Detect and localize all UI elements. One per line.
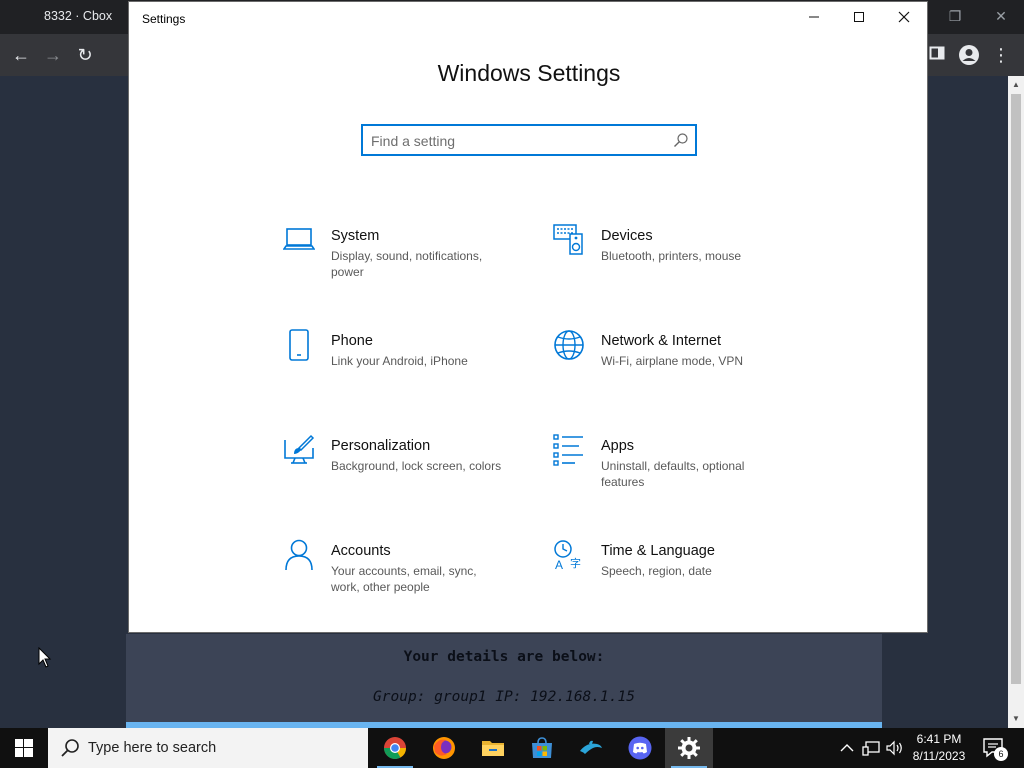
- search-input[interactable]: [371, 131, 661, 151]
- settings-window: Settings Windows Settings System Display…: [128, 1, 928, 633]
- paintbrush-icon: [284, 434, 315, 464]
- taskbar-chrome[interactable]: [371, 728, 419, 768]
- settings-tile-devices[interactable]: Devices Bluetooth, printers, mouse: [553, 224, 793, 294]
- tile-name: Devices: [601, 228, 653, 244]
- close-button[interactable]: [881, 2, 927, 34]
- globe-icon: [554, 330, 584, 360]
- devices-icon: [553, 224, 583, 255]
- side-panel-icon[interactable]: [926, 44, 948, 66]
- phone-icon: [289, 329, 309, 361]
- tile-description: Bluetooth, printers, mouse: [601, 249, 742, 263]
- taskbar-search-box[interactable]: Type here to search: [48, 728, 368, 768]
- settings-tile-personalization[interactable]: Personalization Background, lock screen,…: [283, 434, 523, 504]
- mouse-cursor-icon: [38, 647, 52, 668]
- laptop-icon: [283, 228, 315, 250]
- taskbar-settings[interactable]: [665, 728, 713, 768]
- time-language-icon: A 字: [554, 540, 581, 571]
- svg-text:字: 字: [570, 556, 581, 570]
- browser-close-button[interactable]: ✕: [986, 6, 1016, 26]
- clock-time[interactable]: 6:41 PM: [900, 732, 978, 746]
- scroll-thumb[interactable]: [1011, 94, 1021, 684]
- maximize-icon: [854, 12, 864, 22]
- tile-name: Accounts: [331, 543, 391, 559]
- firefox-icon: [433, 737, 455, 759]
- tile-name: Personalization: [331, 438, 431, 454]
- search-icon[interactable]: [673, 132, 689, 148]
- taskbar-firefox[interactable]: [420, 728, 468, 768]
- page-title: Windows Settings: [437, 60, 621, 86]
- taskbar-search-placeholder: Type here to search: [88, 740, 217, 756]
- taskbar-dolphin[interactable]: [567, 728, 615, 768]
- taskbar-file-explorer[interactable]: [469, 728, 517, 768]
- browser-scrollbar[interactable]: ▲ ▼: [1008, 76, 1024, 728]
- microsoft-store-icon: [532, 737, 552, 758]
- tile-name: Time & Language: [601, 543, 715, 559]
- tile-description: Wi-Fi, airplane mode, VPN: [601, 354, 744, 368]
- tile-description: Uninstall, defaults, optional features: [601, 459, 745, 489]
- browser-tab-title[interactable]: 8332 · Cbox: [44, 9, 112, 23]
- scroll-up-arrow[interactable]: ▲: [1008, 78, 1024, 92]
- tile-name: Phone: [331, 333, 373, 349]
- minimize-button[interactable]: [791, 2, 837, 34]
- start-button[interactable]: [0, 728, 48, 768]
- apps-list-icon: [553, 434, 583, 466]
- tile-description: Link your Android, iPhone: [331, 354, 468, 368]
- details-panel: [126, 634, 882, 726]
- taskbar: Type here to search 6:41 PM 8/11/2023 6: [0, 728, 1024, 768]
- show-hidden-icons-chevron-icon[interactable]: [838, 740, 856, 756]
- details-heading: Your details are below:: [403, 649, 605, 665]
- file-explorer-icon: [482, 741, 504, 756]
- settings-gear-icon: [678, 737, 700, 759]
- svg-text:A: A: [555, 558, 563, 571]
- taskbar-discord[interactable]: [616, 728, 664, 768]
- settings-tile-time-language[interactable]: A 字 Time & Language Speech, region, date: [553, 539, 793, 609]
- clock-date[interactable]: 8/11/2023: [900, 749, 978, 763]
- tile-description: Background, lock screen, colors: [331, 459, 502, 473]
- settings-tile-system[interactable]: System Display, sound, notifications, po…: [283, 224, 523, 294]
- settings-tile-phone[interactable]: Phone Link your Android, iPhone: [283, 329, 523, 399]
- back-icon[interactable]: ←: [10, 44, 32, 66]
- scroll-down-arrow[interactable]: ▼: [1008, 712, 1024, 726]
- taskbar-microsoft-store[interactable]: [518, 728, 566, 768]
- details-group-ip: Group: group1 IP: 192.168.1.15: [373, 689, 635, 705]
- settings-tile-accounts[interactable]: Accounts Your accounts, email, sync, wor…: [283, 539, 523, 609]
- settings-tile-network[interactable]: Network & Internet Wi-Fi, airplane mode,…: [553, 329, 793, 399]
- browser-menu-icon[interactable]: ⋮: [990, 44, 1012, 66]
- settings-tile-apps[interactable]: Apps Uninstall, defaults, optional featu…: [553, 434, 793, 504]
- tile-description: Your accounts, email, sync, work, other …: [331, 564, 477, 594]
- profile-avatar-icon[interactable]: [958, 44, 980, 66]
- tile-name: Apps: [601, 438, 635, 454]
- search-icon: [61, 739, 79, 757]
- close-icon: [898, 11, 910, 23]
- notification-count-badge: 6: [994, 747, 1008, 761]
- tile-description: Speech, region, date: [601, 564, 712, 578]
- tile-name: System: [331, 228, 380, 244]
- network-icon[interactable]: [862, 740, 880, 756]
- window-title: Settings: [142, 12, 186, 26]
- tile-description: Display, sound, notifications, power: [331, 249, 483, 279]
- reload-icon[interactable]: ↻: [74, 44, 96, 66]
- find-setting-search[interactable]: [361, 124, 697, 156]
- windows-logo-icon: [15, 739, 33, 757]
- browser-restore-button[interactable]: ❐: [940, 6, 970, 26]
- dolphin-icon: [580, 740, 602, 754]
- minimize-icon: [809, 16, 819, 18]
- discord-icon: [628, 736, 652, 760]
- maximize-button[interactable]: [836, 2, 882, 34]
- chrome-icon: [384, 737, 406, 759]
- person-icon: [285, 539, 313, 571]
- tile-name: Network & Internet: [601, 333, 722, 349]
- forward-icon[interactable]: →: [42, 44, 64, 66]
